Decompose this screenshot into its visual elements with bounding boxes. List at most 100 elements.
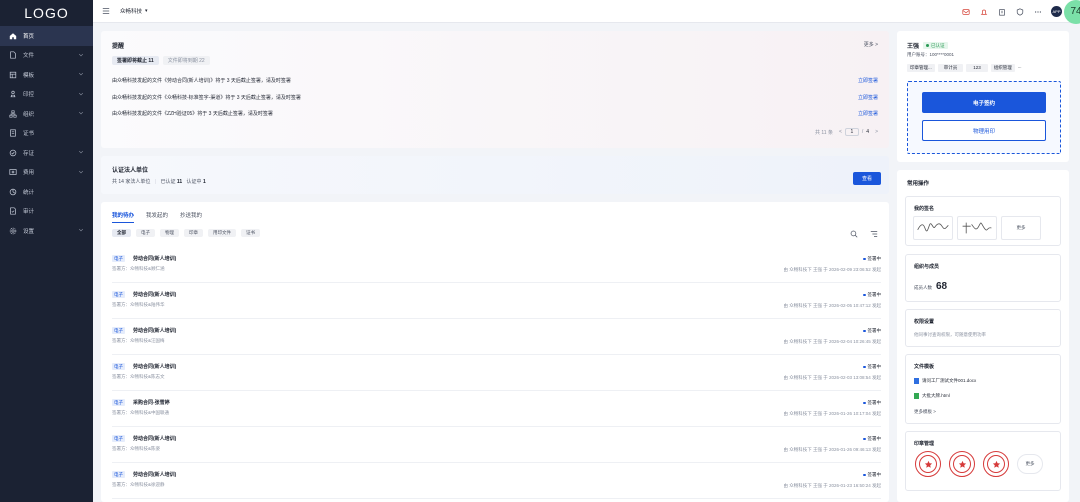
certified-units-card: 认证法人单位 共 14 家法人单位 | 已认证 11 认证中 1 查看 xyxy=(101,156,889,194)
sidebar-item[interactable]: 文件 xyxy=(0,46,93,66)
prev-page-button[interactable]: < xyxy=(839,129,842,135)
menu-icon[interactable] xyxy=(102,7,110,15)
signature-more-button[interactable]: 更多 xyxy=(1001,216,1041,240)
sidebar-item[interactable]: 审计 xyxy=(0,202,93,222)
todo-item[interactable]: 电子 劳动合同(新人培训) 签署方：众畅科技&汪国梅 签署中由 众畅科技下 王强 于 … xyxy=(112,321,881,355)
seal-stamp[interactable] xyxy=(915,451,941,477)
todo-status-text: 签署中 xyxy=(867,436,882,441)
cert-certified-label: 已认证 xyxy=(160,179,176,185)
permission-panel[interactable]: 权限设置 他同事讨查询权限，可随意使用功率 xyxy=(905,309,1061,347)
chevron-down-icon xyxy=(78,52,84,60)
filter-all[interactable]: 全部 xyxy=(112,229,131,237)
todo-item[interactable]: 电子 采购合同-张雪婷 签署方：众畅科技&中国联通 签署中由 众畅科技下 王强 于 2… xyxy=(112,393,881,427)
todo-meta: 由 众畅科技下 王强 于 2026-01-26 10:17:04 发起 xyxy=(783,411,881,416)
seal-stamp[interactable] xyxy=(983,451,1009,477)
sidebar-item[interactable]: 组织 xyxy=(0,104,93,124)
esign-button[interactable]: 电子签约 xyxy=(922,92,1046,113)
reminder-more-link[interactable]: 更多 > xyxy=(864,41,878,48)
org-icon xyxy=(8,109,17,118)
todo-item[interactable]: 电子 劳动合同(新人培训) 签署方：众畅科技&陆伟华 签署中由 众畅科技下 王强 于 … xyxy=(112,285,881,319)
todo-title[interactable]: 劳动合同(新人培训) xyxy=(133,255,176,262)
sidebar-item[interactable]: 证书 xyxy=(0,124,93,144)
sign-now-link[interactable]: 立即签署 xyxy=(858,94,878,101)
filter-electronic[interactable]: 电子 xyxy=(136,229,155,237)
user-account: 用户账号：100****0001 xyxy=(907,52,954,58)
status-dot-icon xyxy=(863,329,866,333)
sidebar-item[interactable]: 设置 xyxy=(0,221,93,241)
template-item[interactable]: 请问工厂测试文件001.docx xyxy=(914,378,976,384)
tab-initiated[interactable]: 我发起的 xyxy=(146,211,168,223)
sidebar-item[interactable]: 首页 xyxy=(0,26,93,46)
tags-more-icon[interactable]: ... xyxy=(1018,64,1022,72)
signature-sample-1[interactable] xyxy=(913,216,953,240)
todo-title[interactable]: 劳动合同(新人培训) xyxy=(133,471,176,478)
seal-stamp[interactable] xyxy=(949,451,975,477)
org-selector[interactable]: 众畅科技 ▾ xyxy=(120,7,148,15)
template-name: 大批大牌.html xyxy=(922,393,950,398)
todo-item[interactable]: 电子 劳动合同(新人培训) 签署方：众畅科技&顾仁涵 签署中由 众畅科技下 王强 于 … xyxy=(112,249,881,283)
todo-party: 签署方：众畅科技&顾仁涵 xyxy=(112,266,165,271)
member-count-label: 成员人数 xyxy=(914,285,932,290)
verified-text: 已认证 xyxy=(931,42,945,48)
pagination: 共 11 条 < 1 / 4 > xyxy=(815,128,878,136)
template-item[interactable]: 大批大牌.html xyxy=(914,393,950,399)
signature-panel[interactable]: 我的签名 更多 xyxy=(905,196,1061,246)
todo-title[interactable]: 劳动合同(新人培训) xyxy=(133,435,176,442)
page-separator: / xyxy=(861,129,864,135)
sign-now-link[interactable]: 立即签署 xyxy=(858,110,878,117)
todo-title[interactable]: 采购合同-张雪婷 xyxy=(133,399,170,406)
building-icon[interactable] xyxy=(997,7,1007,17)
notification-count-badge[interactable]: 74 xyxy=(1064,0,1080,24)
physical-seal-button[interactable]: 物理用印 xyxy=(922,120,1046,141)
search-icon[interactable] xyxy=(850,230,858,238)
sidebar-item-label: 审计 xyxy=(23,209,35,216)
chevron-down-icon xyxy=(78,110,84,118)
todo-item[interactable]: 电子 劳动合同(新人培训) 签署方：众畅科技&徐迎静 签署中由 众畅科技下 王强 于 … xyxy=(112,465,881,499)
filter-list-icon[interactable] xyxy=(870,230,878,238)
sidebar-item[interactable]: 模板 xyxy=(0,65,93,85)
view-button[interactable]: 查看 xyxy=(853,172,881,185)
filter-certificate[interactable]: 证书 xyxy=(241,229,260,237)
sidebar-item-label: 印控 xyxy=(23,92,35,99)
todo-meta: 由 众畅科技下 王强 于 2026-02-04 10:26:45 发起 xyxy=(783,339,881,344)
more-icon[interactable] xyxy=(1033,7,1043,17)
seal-more-button[interactable]: 更多 xyxy=(1017,454,1043,474)
message-icon[interactable] xyxy=(961,7,971,17)
tab-cc[interactable]: 抄送我的 xyxy=(180,211,202,223)
sign-now-link[interactable]: 立即签署 xyxy=(858,77,878,84)
org-members-panel[interactable]: 组织与成员 成员人数 68 xyxy=(905,254,1061,302)
sidebar-item[interactable]: 存证 xyxy=(0,143,93,163)
todo-status-text: 签署中 xyxy=(867,292,882,297)
bell-icon[interactable] xyxy=(979,7,989,17)
sidebar-item[interactable]: 费用 xyxy=(0,163,93,183)
sidebar-item[interactable]: 统计 xyxy=(0,182,93,202)
org-members-title: 组织与成员 xyxy=(914,264,940,270)
chip-expiring[interactable]: 文件即将到期 22 xyxy=(162,56,210,65)
topbar: 众畅科技 ▾ APP 74 xyxy=(93,0,1080,24)
signature-title: 我的签名 xyxy=(914,206,935,212)
ops-title: 常用操作 xyxy=(907,181,930,187)
shield-icon[interactable] xyxy=(1015,7,1025,17)
account-value: 100****0001 xyxy=(929,52,955,57)
sidebar-item[interactable]: 印控 xyxy=(0,85,93,105)
chip-deadline[interactable]: 签署即将截止 11 xyxy=(112,56,159,65)
tab-my-todo[interactable]: 我的待办 xyxy=(112,211,135,223)
todo-type-tag: 电子 xyxy=(112,471,125,478)
avatar[interactable]: APP xyxy=(1051,6,1062,17)
org-name: 众畅科技 xyxy=(120,9,143,15)
filter-seal[interactable]: 印章 xyxy=(184,229,203,237)
next-page-button[interactable]: > xyxy=(875,129,878,135)
filter-physical[interactable]: 物理 xyxy=(160,229,179,237)
role-tag: 审计员 xyxy=(937,64,964,72)
todo-title[interactable]: 劳动合同(新人培训) xyxy=(133,291,176,298)
todo-title[interactable]: 劳动合同(新人培训) xyxy=(133,363,176,370)
signature-sample-2[interactable] xyxy=(957,216,997,240)
sidebar-item-label: 组织 xyxy=(23,111,35,118)
more-templates-link[interactable]: 更多模板 > xyxy=(914,409,936,415)
todo-title[interactable]: 劳动合同(新人培训) xyxy=(133,327,176,334)
todo-item[interactable]: 电子 劳动合同(新人培训) 签署方：众畅科技&陈姿 签署中由 众畅科技下 王强 于 2… xyxy=(112,429,881,463)
filter-seal-file[interactable]: 用印文件 xyxy=(208,229,236,237)
page-input[interactable]: 1 xyxy=(844,128,859,136)
certificate-icon xyxy=(8,129,17,138)
todo-item[interactable]: 电子 劳动合同(新人培训) 签署方：众畅科技&陈志文 签署中由 众畅科技下 王强 于 … xyxy=(112,357,881,391)
